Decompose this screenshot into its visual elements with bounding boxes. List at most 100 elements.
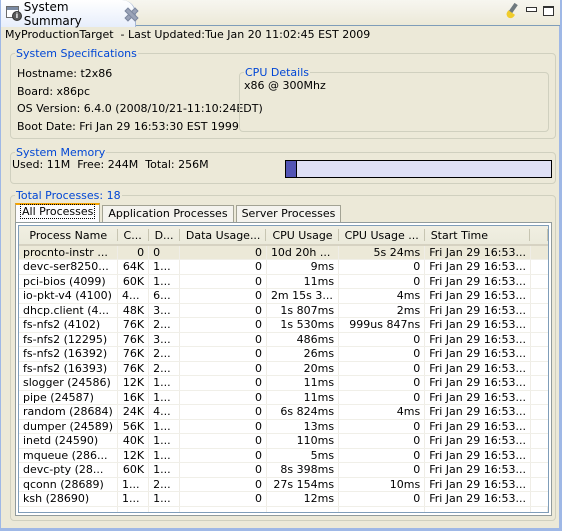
table-row[interactable]: dhcp.client (4... 48K 3... 0 1s 807ms 2ms Fri … — [19, 303, 548, 318]
cell-d: 1... — [148, 390, 181, 405]
cell-c: 1... — [117, 491, 150, 507]
cell-filler — [530, 375, 548, 391]
tab-application-processes[interactable]: Application Processes — [102, 205, 234, 223]
cell-data-usage: 0 — [179, 491, 267, 507]
os-version-label: OS Version: 6.4.0 (2008/10/21-11:10:24ED… — [17, 102, 263, 115]
cell-start-time: Fri Jan 29 16:53... — [424, 477, 531, 492]
column-header-process-name[interactable]: Process Name — [19, 226, 118, 246]
column-header-data-usage[interactable]: Data Usage... — [179, 226, 267, 246]
cell-process-name: devc-pty (28... — [19, 462, 119, 478]
table-row[interactable]: fs-nfs2 (16393) 76K 2... 0 20ms 0 Fri Jan 29 1… — [19, 361, 548, 376]
table-row[interactable]: random (28684) 24K 4... 0 6s 824ms 4ms Fri Jan… — [19, 404, 548, 420]
cell-cpu-usage: 10d 20h ... — [266, 245, 340, 260]
cell-start-time: Fri Jan 29 16:53... — [424, 346, 531, 362]
column-header-cpu-usage-2[interactable]: CPU Usage ... — [338, 226, 425, 246]
table-row[interactable]: devc-pty (28... 60K 1... 0 8s 398ms 0 Fri Jan … — [19, 462, 548, 478]
cpu-details-legend: CPU Details — [245, 66, 309, 79]
tab-label: Server Processes — [241, 207, 336, 220]
cell-d: 6... — [148, 288, 181, 304]
table-row[interactable]: fs-nfs2 (16392) 76K 2... 0 26ms 0 Fri Jan 29 1… — [19, 346, 548, 362]
table-row[interactable]: fs-nfs2 (12295) 76K 3... 0 486ms 0 Fri Jan 29 … — [19, 332, 548, 347]
boot-date-label: Boot Date: Fri Jan 29 16:53:30 EST 1999 — [17, 120, 239, 133]
table-row[interactable]: pci-bios (4099) 60K 1... 0 11ms 0 Fri Jan 29 1… — [19, 274, 548, 289]
minimize-icon[interactable] — [526, 6, 537, 12]
cell-d: 2... — [148, 317, 181, 333]
cell-cpu-usage-2: 0 — [338, 346, 426, 362]
cell-cpu-usage: 13ms — [266, 419, 340, 434]
column-header-c[interactable]: C... — [117, 226, 149, 246]
table-body: procnto-instr ... 0 0 0 10d 20h ... 5s 24ms Fr… — [19, 245, 548, 512]
close-icon[interactable] — [125, 8, 135, 19]
cell-start-time: Fri Jan 29 16:53... — [424, 288, 531, 304]
cell-start-time: Fri Jan 29 16:53... — [424, 390, 531, 405]
cell-c: 76K — [117, 361, 150, 376]
table-row[interactable]: io-pkt-v4 (4100) 4... 6... 0 2m 15s 3... 4ms F… — [19, 288, 548, 304]
cell-filler — [530, 361, 548, 376]
cell-d: 4... — [148, 404, 181, 420]
board-label: Board: x86pc — [17, 85, 91, 98]
cell-data-usage: 0 — [179, 317, 267, 333]
maximize-icon[interactable] — [543, 6, 554, 16]
system-summary-view: i System Summary MyProductionTarget - La… — [0, 0, 562, 531]
cell-d: 3... — [148, 332, 181, 347]
cell-cpu-usage: 1s 807ms — [266, 303, 340, 318]
cell-data-usage: 0 — [179, 390, 267, 405]
cell-data-usage: 0 — [179, 303, 267, 318]
empty-cell — [19, 506, 119, 512]
view-tab-title: System Summary — [23, 0, 82, 28]
cell-c: 60K — [117, 462, 150, 478]
table-row[interactable]: fs-nfs2 (4102) 76K 2... 0 1s 530ms 999us 847n… — [19, 317, 548, 333]
brush-icon[interactable] — [504, 2, 520, 20]
table-row[interactable]: qconn (28689) 1... 2... 0 27s 154ms 10ms Fri J… — [19, 477, 548, 492]
table-row[interactable]: slogger (24586) 12K 1... 0 11ms 0 Fri Jan 29 1… — [19, 375, 548, 391]
cell-cpu-usage: 27s 154ms — [266, 477, 340, 492]
cell-data-usage: 0 — [179, 477, 267, 492]
memory-usage-bar — [285, 160, 552, 178]
cell-start-time: Fri Jan 29 16:53... — [424, 419, 531, 434]
table-row[interactable]: pipe (24587) 16K 1... 0 11ms 0 Fri Jan 29 16:5… — [19, 390, 548, 405]
cell-cpu-usage-2: 0 — [338, 332, 426, 347]
cell-data-usage: 0 — [179, 375, 267, 391]
cell-data-usage: 0 — [179, 448, 267, 463]
column-header-d[interactable]: D... — [148, 226, 180, 246]
table-row[interactable]: procnto-instr ... 0 0 0 10d 20h ... 5s 24ms Fr… — [19, 245, 548, 260]
cell-filler — [530, 477, 548, 492]
table-row[interactable]: inetd (24590) 40K 1... 0 110ms 0 Fri Jan 29 16… — [19, 433, 548, 449]
cell-process-name: pci-bios (4099) — [19, 274, 119, 289]
cell-process-name: fs-nfs2 (12295) — [19, 332, 119, 347]
cell-cpu-usage-2: 4ms — [338, 404, 426, 420]
cell-cpu-usage-2: 0 — [338, 274, 426, 289]
cell-c: 76K — [117, 346, 150, 362]
column-header-start-time[interactable]: Start Time — [424, 226, 531, 246]
table-row[interactable]: ksh (28690) 1... 1... 0 12ms 0 Fri Jan 29 16:5… — [19, 491, 548, 507]
column-header-cpu-usage[interactable]: CPU Usage — [266, 226, 339, 246]
total-processes-legend: Total Processes: 18 — [16, 189, 121, 202]
cell-process-name: inetd (24590) — [19, 433, 119, 449]
view-tab-system-summary[interactable]: i System Summary — [1, 0, 136, 28]
process-table: Process Name C... D... Data Usage... CPU Usa… — [19, 226, 548, 512]
cell-filler — [530, 274, 548, 289]
cell-data-usage: 0 — [179, 419, 267, 434]
cell-c: 4... — [117, 288, 150, 304]
tab-all-processes[interactable]: All Processes — [15, 203, 101, 223]
cell-process-name: qconn (28689) — [19, 477, 119, 492]
table-row[interactable]: devc-ser8250... 64K 1... 0 9ms 0 Fri Jan 29 16… — [19, 259, 548, 275]
cell-cpu-usage-2: 0 — [338, 361, 426, 376]
table-row[interactable]: dumper (24589) 56K 1... 0 13ms 0 Fri Jan 29 16… — [19, 419, 548, 434]
cell-c: 0 — [117, 245, 150, 260]
cell-data-usage: 0 — [179, 245, 267, 260]
cell-process-name: procnto-instr ... — [19, 245, 119, 260]
cell-c: 1... — [117, 477, 150, 492]
cell-cpu-usage-2: 0 — [338, 390, 426, 405]
table-row[interactable]: mqueue (286... 12K 1... 0 5ms 0 Fri Jan 29 16:… — [19, 448, 548, 463]
cell-cpu-usage-2: 10ms — [338, 477, 426, 492]
cell-c: 40K — [117, 433, 150, 449]
cell-data-usage: 0 — [179, 332, 267, 347]
cell-cpu-usage-2: 2ms — [338, 303, 426, 318]
cell-data-usage: 0 — [179, 433, 267, 449]
tab-server-processes[interactable]: Server Processes — [235, 205, 342, 223]
empty-cell — [424, 506, 531, 512]
table-header-row: Process Name C... D... Data Usage... CPU Usa… — [19, 226, 548, 246]
process-table-frame: Process Name C... D... Data Usage... CPU Usa… — [15, 222, 552, 516]
cell-filler — [530, 462, 548, 478]
